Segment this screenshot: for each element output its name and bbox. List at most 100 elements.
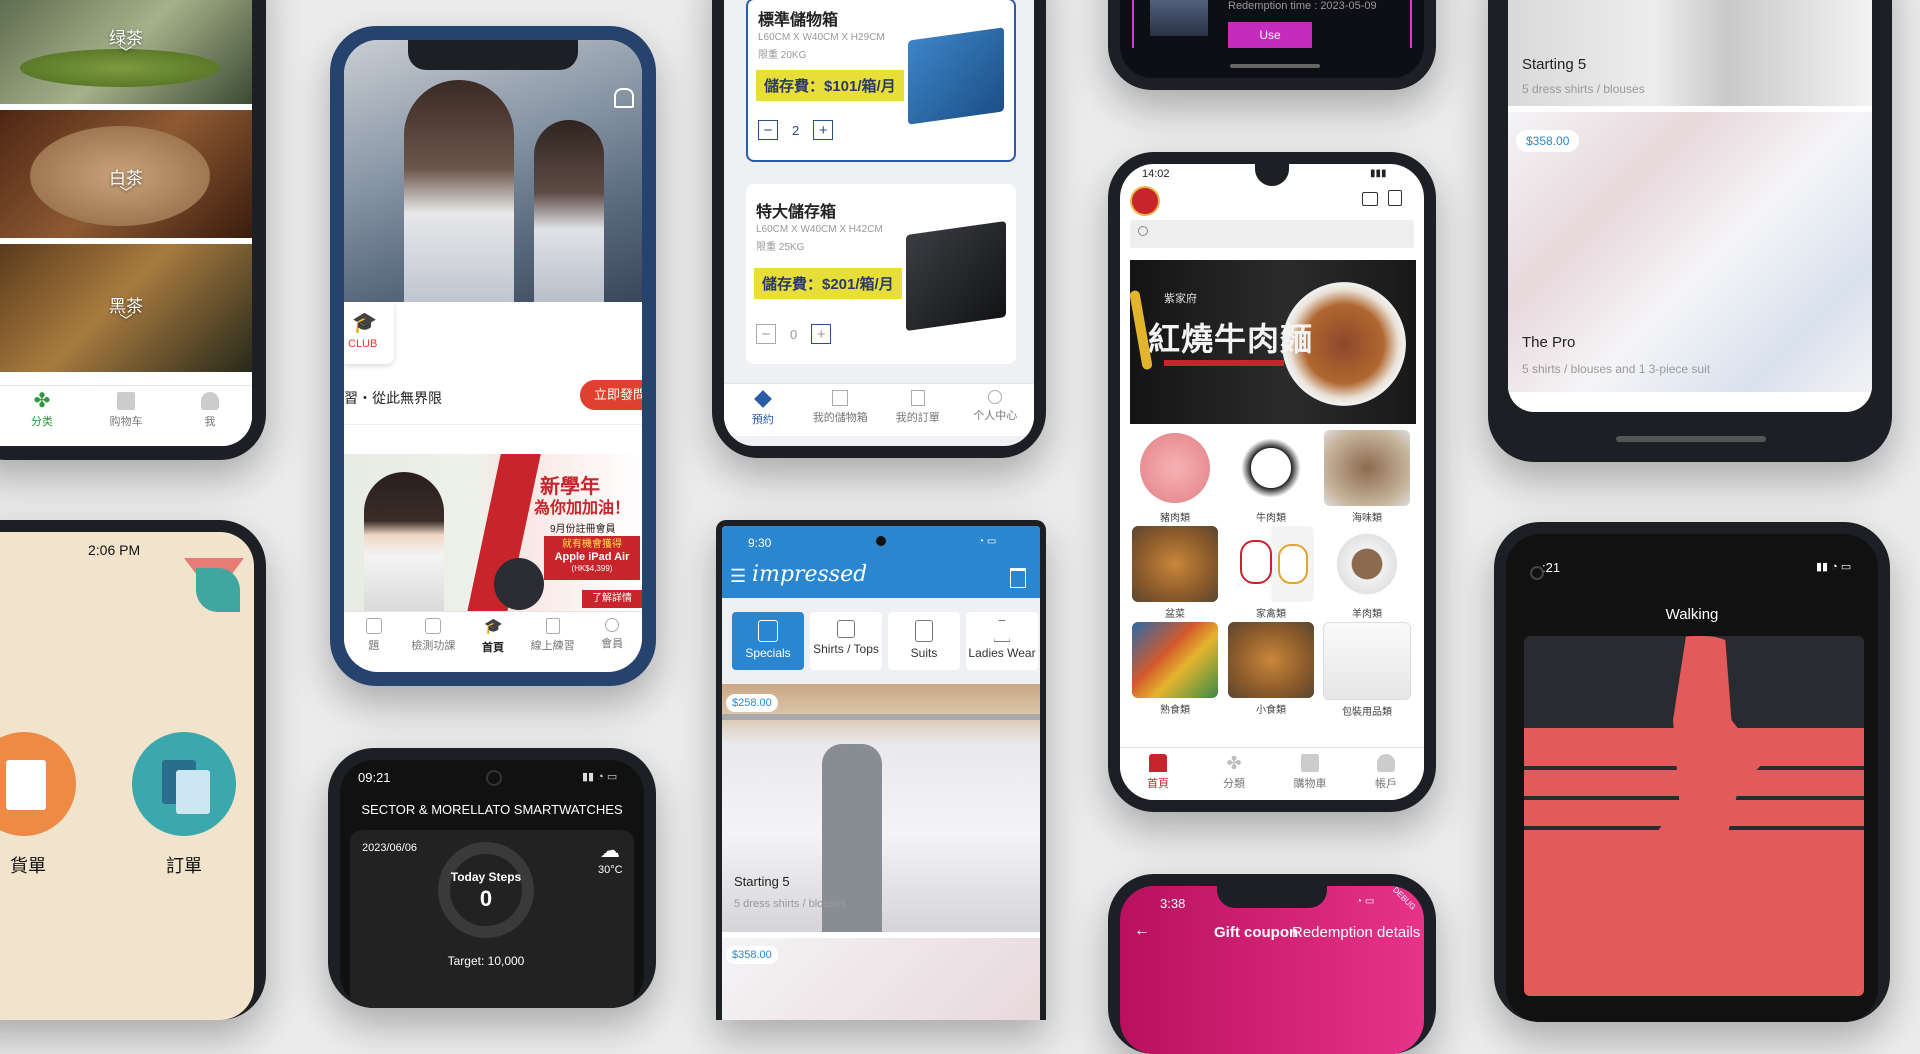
noodle-banner[interactable]: 紫家府 紅燒牛肉麵 <box>1129 260 1416 424</box>
status-icons: ▮▮ ◔ ▭ <box>582 771 618 783</box>
snacks-photo <box>1228 622 1314 698</box>
steps-value: 0 <box>479 886 493 911</box>
club-logo: 🎓 CLUB <box>344 302 394 364</box>
tea-category-white[interactable]: 白茶 ﹀ <box>0 110 252 238</box>
quantity-stepper[interactable]: − 0 + <box>756 324 832 344</box>
price-badge: $258.00 <box>726 694 778 712</box>
tab-label: 分類 <box>1223 778 1245 790</box>
food-tabbar: 首頁 ✤ 分類 購物車 帳戶 <box>1120 747 1424 800</box>
folded-shirts-photo[interactable]: $358.00 The Pro 5 shirts / blouses and 1… <box>1508 112 1872 392</box>
tab-reserve[interactable]: 預約 <box>724 384 802 436</box>
tab-me[interactable]: 我 <box>168 386 252 446</box>
quantity-stepper[interactable]: − 2 + <box>758 120 834 140</box>
promo-banner[interactable]: 新學年 為你加加油！ 9月份註冊會員 就有機會獲得 Apple iPad Air… <box>344 454 642 612</box>
card-price: 儲存費：$201/箱/月 <box>754 268 902 299</box>
tab-home[interactable]: 🎓 首頁 <box>463 612 523 662</box>
tab-online-practice[interactable]: 線上練習 <box>523 612 583 662</box>
item-label: 羊肉類 <box>1352 609 1382 620</box>
school-screen: 🎓 CLUB 習・從此無界限 立即發問 新學年 為你加加油！ 9月份註冊會員 就… <box>344 40 642 672</box>
banner-subtitle: 為你加加油！ <box>534 500 631 517</box>
tea-category-black[interactable]: 黑茶 ﹀ <box>0 244 252 372</box>
next-card[interactable]: $358.00 <box>722 938 1040 1020</box>
shopping-bag-icon[interactable] <box>1388 190 1402 206</box>
tab-my-orders[interactable]: 我的訂單 <box>879 384 957 436</box>
basket-icon[interactable] <box>1010 568 1026 588</box>
back-arrow-icon[interactable]: ← <box>1134 922 1150 940</box>
use-button[interactable]: Use <box>1228 22 1312 48</box>
cart-icon <box>1301 754 1319 772</box>
storage-card-standard[interactable]: 標準儲物箱 L60CM X W40CM X H29CM 限重 20KG 儲存費：… <box>746 0 1016 162</box>
food-item-packaging[interactable]: 包裝用品類 <box>1322 622 1412 718</box>
coupon-top-screen: Redemption time : 2023-05-09 Use <box>1120 0 1424 78</box>
bell-icon[interactable] <box>614 88 634 108</box>
food-item-poultry[interactable]: 家禽類 <box>1226 526 1316 620</box>
plan-title: Starting 5 <box>734 874 790 889</box>
menu-icon[interactable]: ☰ <box>730 566 746 587</box>
category-ladies[interactable]: Ladies Wear <box>966 612 1038 670</box>
food-item-pork[interactable]: 豬肉類 <box>1130 430 1220 524</box>
tab-category[interactable]: ✤ 分類 <box>1196 748 1272 800</box>
minus-button[interactable]: − <box>756 324 776 344</box>
hanging-shirts-photo[interactable]: Starting 5 5 dress shirts / blouses <box>1508 0 1872 106</box>
item-label: 包裝用品類 <box>1342 707 1392 718</box>
brand-logo[interactable] <box>1130 186 1160 216</box>
ask-now-button[interactable]: 立即發問 <box>580 380 642 410</box>
invoice-button[interactable] <box>0 732 76 836</box>
category-label: Suits <box>910 646 938 660</box>
tab-my-boxes[interactable]: 我的儲物箱 <box>802 384 880 436</box>
date: 2023/06/06 <box>362 842 418 854</box>
storage-card-large[interactable]: 特大儲存箱 L60CM X W40CM X H42CM 限重 25KG 儲存費：… <box>746 184 1016 364</box>
notch <box>1255 164 1289 186</box>
plus-button[interactable]: + <box>811 324 832 344</box>
food-item-deli[interactable]: 熟食類 <box>1130 622 1220 716</box>
tab-cart[interactable]: 購物車 <box>1272 748 1348 800</box>
deli-photo <box>1132 622 1218 698</box>
food-item-seafood[interactable]: 海味類 <box>1322 430 1412 524</box>
tea-phone: 绿茶 ﹀ 白茶 ﹀ 黑茶 ﹀ ✤ 分类 购物车 我 <box>0 0 266 460</box>
orders-button[interactable] <box>132 732 236 836</box>
steps-label: Today Steps <box>450 870 522 884</box>
food-item-lamb[interactable]: 羊肉類 <box>1322 526 1412 620</box>
shirts-photo[interactable]: $258.00 Starting 5 5 dress shirts / blou… <box>722 684 1040 932</box>
food-item-beef[interactable]: 牛肉類 <box>1226 430 1316 524</box>
tab-member[interactable]: 會員 <box>582 612 642 662</box>
tab-category[interactable]: ✤ 分类 <box>0 386 84 446</box>
student-figure <box>534 120 604 302</box>
status-icons: ◔ ▭ <box>1356 896 1375 907</box>
tab-cart[interactable]: 购物车 <box>84 386 168 446</box>
coupon-screen: 3:38 ◔ ▭ ← Gift coupon Redemption detail… <box>1120 886 1424 1054</box>
plus-button[interactable]: + <box>813 120 834 140</box>
tab-questions[interactable]: 題 <box>344 612 404 662</box>
tab-label: 个人中心 <box>973 410 1018 422</box>
status-icons: ◔ ▭ <box>978 536 997 547</box>
category-shirts[interactable]: Shirts / Tops <box>810 612 882 670</box>
app-header: 9:30 ◔ ▭ ☰ impressed <box>722 526 1040 598</box>
learn-more-button[interactable]: 了解詳情 <box>582 590 642 608</box>
item-label: 盆菜 <box>1165 609 1185 620</box>
status-time: 3:38 <box>1160 896 1186 911</box>
food-item-snacks[interactable]: 小食類 <box>1226 622 1316 716</box>
category-suits[interactable]: Suits <box>888 612 960 670</box>
box-icon <box>832 390 849 406</box>
tea-category-green[interactable]: 绿茶 ﹀ <box>0 0 252 104</box>
tab-account[interactable]: 帳戶 <box>1348 748 1424 800</box>
redemption-time: Redemption time : 2023-05-09 <box>1228 0 1377 12</box>
camera-dot <box>876 536 886 546</box>
tab-label: 會員 <box>601 638 624 650</box>
tab-profile[interactable]: 个人中心 <box>957 384 1035 436</box>
question-icon <box>365 618 382 634</box>
tab-home[interactable]: 首頁 <box>1120 748 1196 800</box>
item-label: 家禽類 <box>1256 609 1286 620</box>
minus-button[interactable]: − <box>758 120 778 140</box>
club-label: CLUB <box>348 338 378 350</box>
black-box-image <box>906 220 1006 332</box>
status-time: 09:21 <box>358 770 391 785</box>
search-input[interactable] <box>1130 220 1414 248</box>
food-item-poon-choi[interactable]: 盆菜 <box>1130 526 1220 620</box>
message-icon[interactable] <box>1362 192 1378 206</box>
redemption-tab[interactable]: Redemption details <box>1292 924 1420 941</box>
debug-badge: DEBUG <box>1390 886 1418 912</box>
food-screen: 14:02 ▮▮▮ 紫家府 紅燒牛肉麵 豬肉類 牛肉類 海味類 盆菜 家禽類 羊… <box>1120 164 1424 800</box>
category-specials[interactable]: Specials <box>732 612 804 670</box>
tab-check-homework[interactable]: 檢測功課 <box>404 612 464 662</box>
